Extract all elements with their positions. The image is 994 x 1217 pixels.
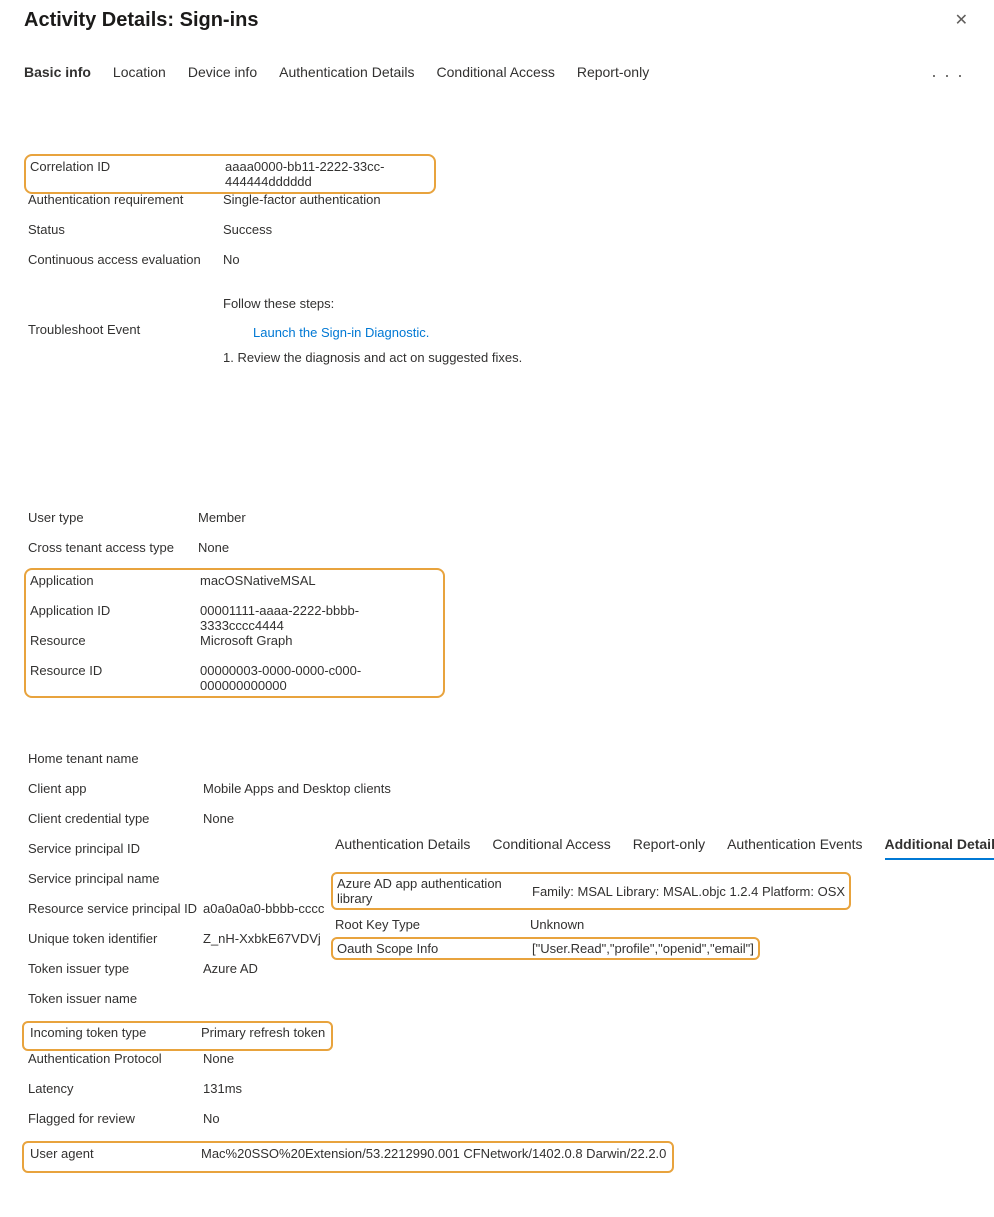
value-auth-req: Single-factor authentication	[223, 192, 381, 207]
label-status: Status	[28, 222, 223, 237]
label-sp-id: Service principal ID	[28, 841, 203, 856]
label-flagged: Flagged for review	[28, 1111, 203, 1126]
block-token-details: Home tenant name Client app Mobile Apps …	[24, 751, 970, 1173]
value-application-id: 00001111-aaaa-2222-bbbb-3333cccc4444	[200, 603, 439, 633]
value-user-type: Member	[198, 510, 246, 525]
value-auth-proto: None	[203, 1051, 234, 1066]
page-title: Activity Details: Sign-ins	[24, 9, 259, 32]
label-issuer-type: Token issuer type	[28, 961, 203, 976]
side-tab-conditional-access[interactable]: Conditional Access	[492, 836, 610, 858]
tab-basic-info[interactable]: Basic info	[24, 64, 91, 86]
tab-location[interactable]: Location	[113, 64, 166, 86]
label-cae: Continuous access evaluation	[28, 252, 223, 267]
value-user-agent: Mac%20SSO%20Extension/53.2212990.001 CFN…	[201, 1146, 666, 1161]
value-status: Success	[223, 222, 272, 237]
label-client-cred: Client credential type	[28, 811, 203, 826]
row-oauth-scope: Oauth Scope Info ["User.Read","profile",…	[331, 937, 760, 960]
label-root-key-type: Root Key Type	[335, 917, 530, 932]
side-tab-auth-details[interactable]: Authentication Details	[335, 836, 470, 858]
value-resource-id: 00000003-0000-0000-c000-000000000000	[200, 663, 439, 693]
label-sp-name: Service principal name	[28, 871, 203, 886]
label-resource: Resource	[30, 633, 200, 648]
tab-report-only[interactable]: Report-only	[577, 64, 649, 86]
close-icon[interactable]: ✕	[947, 6, 976, 34]
tab-conditional-access[interactable]: Conditional Access	[437, 64, 555, 86]
value-root-key-type: Unknown	[530, 917, 584, 932]
label-uti: Unique token identifier	[28, 931, 203, 946]
label-user-type: User type	[28, 510, 198, 525]
label-home-tenant: Home tenant name	[28, 751, 203, 766]
label-user-agent: User agent	[30, 1146, 201, 1161]
label-oauth-scope: Oauth Scope Info	[337, 941, 532, 956]
label-issuer-name: Token issuer name	[28, 991, 203, 1006]
side-tab-auth-events[interactable]: Authentication Events	[727, 836, 862, 858]
label-incoming-token: Incoming token type	[30, 1025, 201, 1040]
value-client-app: Mobile Apps and Desktop clients	[203, 781, 391, 796]
label-resource-id: Resource ID	[30, 663, 200, 678]
value-resource: Microsoft Graph	[200, 633, 292, 648]
value-oauth-scope: ["User.Read","profile","openid","email"]	[532, 941, 754, 956]
row-auth-library: Azure AD app authentication library Fami…	[331, 872, 851, 910]
block-application: User type Member Cross tenant access typ…	[24, 510, 970, 696]
label-auth-req: Authentication requirement	[28, 192, 223, 207]
value-latency: 131ms	[203, 1081, 242, 1096]
value-rsp-id: a0a0a0a0-bbbb-cccc	[203, 901, 324, 916]
side-tab-report-only[interactable]: Report-only	[633, 836, 705, 858]
label-latency: Latency	[28, 1081, 203, 1096]
label-rsp-id: Resource service principal ID	[28, 901, 203, 916]
label-cross-tenant: Cross tenant access type	[28, 540, 198, 555]
link-launch-diagnostic[interactable]: Launch the Sign-in Diagnostic.	[253, 325, 429, 340]
text-review-step: 1. Review the diagnosis and act on sugge…	[223, 346, 522, 371]
additional-details-overlay: Authentication Details Conditional Acces…	[335, 836, 955, 958]
label-application: Application	[30, 573, 200, 588]
label-auth-library: Azure AD app authentication library	[337, 876, 532, 906]
additional-tabs: Authentication Details Conditional Acces…	[335, 836, 955, 860]
value-correlation-id: aaaa0000-bb11-2222-33cc-444444dddddd	[225, 159, 430, 189]
value-issuer-type: Azure AD	[203, 961, 258, 976]
value-auth-library: Family: MSAL Library: MSAL.objc 1.2.4 Pl…	[532, 884, 845, 899]
value-uti: Z_nH-XxbkE67VDVj	[203, 931, 321, 946]
tab-device-info[interactable]: Device info	[188, 64, 257, 86]
label-correlation-id: Correlation ID	[30, 159, 225, 174]
value-flagged: No	[203, 1111, 220, 1126]
side-tab-additional-details[interactable]: Additional Details	[885, 836, 994, 860]
text-follow-steps: Follow these steps:	[223, 296, 522, 311]
label-application-id: Application ID	[30, 603, 200, 618]
label-client-app: Client app	[28, 781, 203, 796]
value-cross-tenant: None	[198, 540, 229, 555]
value-application: macOSNativeMSAL	[200, 573, 316, 588]
value-cae: No	[223, 252, 240, 267]
label-troubleshoot: Troubleshoot Event	[28, 296, 223, 337]
main-tabs: Basic info Location Device info Authenti…	[24, 64, 649, 86]
more-icon[interactable]: · · ·	[927, 65, 968, 86]
tab-authentication-details[interactable]: Authentication Details	[279, 64, 414, 86]
value-incoming-token: Primary refresh token	[201, 1025, 325, 1040]
value-client-cred: None	[203, 811, 234, 826]
block-basic-top: Correlation ID aaaa0000-bb11-2222-33cc-4…	[24, 156, 970, 370]
label-auth-proto: Authentication Protocol	[28, 1051, 203, 1066]
